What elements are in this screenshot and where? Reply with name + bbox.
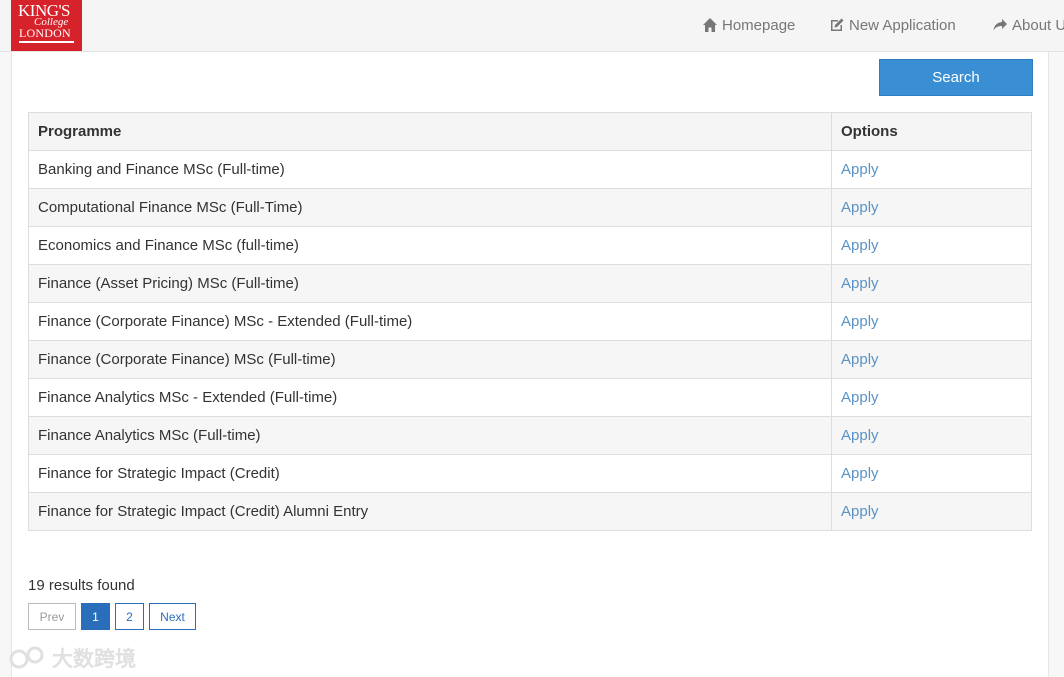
watermark-text: 大数跨境 — [52, 648, 136, 671]
programme-name: Finance Analytics MSc - Extended (Full-t… — [28, 378, 832, 417]
edit-icon — [831, 18, 844, 31]
programme-table: Programme Options Banking and Finance MS… — [28, 112, 1032, 531]
table-row: Banking and Finance MSc (Full-time) Appl… — [28, 150, 1032, 189]
results-count: 19 results found — [28, 577, 135, 594]
programme-name: Finance for Strategic Impact (Credit) — [28, 454, 832, 493]
programme-name: Finance for Strategic Impact (Credit) Al… — [28, 492, 832, 531]
programme-name: Economics and Finance MSc (full-time) — [28, 226, 832, 265]
top-navbar: KING'S College LONDON Homepage New Appli… — [0, 0, 1064, 52]
apply-cell: Apply — [831, 302, 1032, 341]
kings-college-logo[interactable]: KING'S College LONDON — [11, 0, 82, 51]
pagination: Prev 1 2 Next — [28, 603, 201, 630]
apply-link[interactable]: Apply — [841, 313, 879, 330]
apply-cell: Apply — [831, 226, 1032, 265]
nav-homepage-link[interactable]: Homepage — [702, 15, 795, 35]
apply-link[interactable]: Apply — [841, 503, 879, 520]
share-arrow-icon — [993, 19, 1007, 31]
apply-cell: Apply — [831, 340, 1032, 379]
table-row: Finance (Corporate Finance) MSc (Full-ti… — [28, 340, 1032, 379]
table-row: Finance Analytics MSc - Extended (Full-t… — [28, 378, 1032, 417]
pagination-page-1[interactable]: 1 — [81, 603, 110, 630]
programme-name: Finance (Corporate Finance) MSc - Extend… — [28, 302, 832, 341]
apply-link[interactable]: Apply — [841, 351, 879, 368]
table-row: Finance for Strategic Impact (Credit) Ap… — [28, 454, 1032, 493]
table-row: Economics and Finance MSc (full-time) Ap… — [28, 226, 1032, 265]
programme-name: Banking and Finance MSc (Full-time) — [28, 150, 832, 189]
apply-cell: Apply — [831, 378, 1032, 417]
home-icon — [703, 18, 717, 32]
nav-about-link[interactable]: About U — [992, 15, 1064, 35]
options-column-header: Options — [831, 112, 1032, 151]
table-row: Finance for Strategic Impact (Credit) Al… — [28, 492, 1032, 531]
nav-homepage-label: Homepage — [722, 16, 796, 34]
programme-name: Finance Analytics MSc (Full-time) — [28, 416, 832, 455]
apply-cell: Apply — [831, 188, 1032, 227]
watermark: 大数跨境 — [8, 643, 136, 673]
nav-new-application-link[interactable]: New Application — [829, 15, 956, 35]
apply-link[interactable]: Apply — [841, 465, 879, 482]
apply-cell: Apply — [831, 416, 1032, 455]
watermark-logo-icon — [9, 646, 44, 669]
pagination-prev-button[interactable]: Prev — [28, 603, 76, 630]
apply-cell: Apply — [831, 492, 1032, 531]
logo-line-3: LONDON — [19, 26, 71, 40]
nav-new-application-label: New Application — [849, 16, 956, 34]
apply-link[interactable]: Apply — [841, 275, 879, 292]
pagination-page-2[interactable]: 2 — [115, 603, 144, 630]
apply-link[interactable]: Apply — [841, 161, 879, 178]
table-row: Finance (Asset Pricing) MSc (Full-time) … — [28, 264, 1032, 303]
apply-link[interactable]: Apply — [841, 237, 879, 254]
search-button[interactable]: Search — [879, 59, 1033, 96]
programme-name: Computational Finance MSc (Full-Time) — [28, 188, 832, 227]
apply-cell: Apply — [831, 150, 1032, 189]
pagination-next-button[interactable]: Next — [149, 603, 196, 630]
apply-cell: Apply — [831, 264, 1032, 303]
apply-link[interactable]: Apply — [841, 427, 879, 444]
nav-about-label: About U — [1012, 16, 1064, 34]
programme-name: Finance (Asset Pricing) MSc (Full-time) — [28, 264, 832, 303]
table-row: Finance (Corporate Finance) MSc - Extend… — [28, 302, 1032, 341]
apply-cell: Apply — [831, 454, 1032, 493]
apply-link[interactable]: Apply — [841, 199, 879, 216]
programme-column-header: Programme — [28, 112, 832, 151]
logo-rule — [19, 41, 74, 43]
table-row: Finance Analytics MSc (Full-time) Apply — [28, 416, 1032, 455]
table-header-row: Programme Options — [28, 112, 1032, 151]
table-row: Computational Finance MSc (Full-Time) Ap… — [28, 188, 1032, 227]
programme-name: Finance (Corporate Finance) MSc (Full-ti… — [28, 340, 832, 379]
apply-link[interactable]: Apply — [841, 389, 879, 406]
